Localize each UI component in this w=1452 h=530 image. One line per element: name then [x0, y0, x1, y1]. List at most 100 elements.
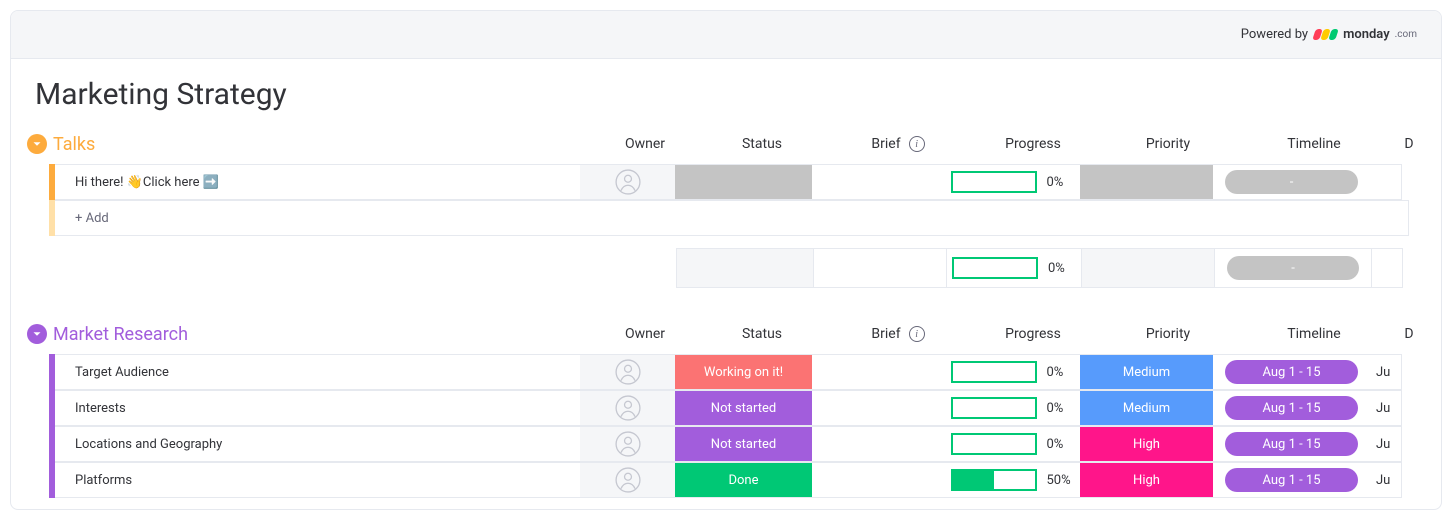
column-header-priority[interactable]: Priority	[1101, 320, 1235, 348]
column-header-extra[interactable]: D	[1393, 320, 1425, 348]
progress-percent: 50%	[1047, 473, 1075, 488]
column-header-status[interactable]: Status	[693, 130, 831, 158]
status-cell[interactable]	[675, 164, 813, 200]
item-name-cell[interactable]: Interests	[55, 390, 581, 426]
monday-logo-icon	[1314, 29, 1337, 40]
progress-cell[interactable]: 0%	[945, 390, 1081, 426]
priority-cell[interactable]: High	[1080, 426, 1214, 462]
priority-cell[interactable]	[1080, 164, 1214, 200]
summary-progress-label: 0%	[1048, 261, 1076, 276]
column-header-owner[interactable]: Owner	[597, 130, 693, 158]
group-title[interactable]: Market Research	[53, 324, 188, 345]
progress-percent: 0%	[1047, 175, 1075, 190]
extra-cell[interactable]: Ju	[1370, 462, 1402, 498]
extra-cell[interactable]	[1370, 164, 1402, 200]
status-label: Not started	[675, 391, 812, 425]
priority-label: Medium	[1080, 391, 1213, 425]
status-cell[interactable]: Working on it!	[675, 354, 813, 390]
summary-timeline: -	[1214, 248, 1372, 288]
status-cell[interactable]: Not started	[675, 390, 813, 426]
column-header-timeline[interactable]: Timeline	[1235, 320, 1393, 348]
group-header: Market Research Owner Status Brief i Pro…	[27, 320, 1425, 348]
progress-cell[interactable]: 50%	[945, 462, 1081, 498]
table-row[interactable]: Platforms Done 50% High Aug 1 - 15 Ju	[27, 462, 1425, 498]
brief-cell[interactable]	[812, 390, 946, 426]
item-name-cell[interactable]: Target Audience	[55, 354, 581, 390]
powered-by-label: Powered by monday.com	[1241, 27, 1417, 42]
table-row[interactable]: Interests Not started 0% Medium Aug 1 - …	[27, 390, 1425, 426]
group-rows: Target Audience Working on it! 0% Medium…	[27, 354, 1425, 498]
group-header: Talks Owner Status Brief i Progress Prio…	[27, 130, 1425, 158]
summary-status	[676, 248, 814, 288]
person-icon	[615, 395, 641, 421]
person-icon	[615, 169, 641, 195]
status-label: Working on it!	[675, 355, 812, 389]
progress-cell[interactable]: 0%	[945, 354, 1081, 390]
priority-cell[interactable]: High	[1080, 462, 1214, 498]
priority-cell[interactable]: Medium	[1080, 390, 1214, 426]
progress-percent: 0%	[1047, 365, 1075, 380]
column-header-timeline[interactable]: Timeline	[1235, 130, 1393, 158]
timeline-cell[interactable]: Aug 1 - 15	[1213, 390, 1371, 426]
table-row[interactable]: Locations and Geography Not started 0% H…	[27, 426, 1425, 462]
group-collapse-toggle[interactable]	[27, 324, 47, 344]
priority-label: Medium	[1080, 355, 1213, 389]
column-header-priority[interactable]: Priority	[1101, 130, 1235, 158]
person-icon	[615, 359, 641, 385]
group-title[interactable]: Talks	[53, 134, 95, 155]
status-cell[interactable]: Not started	[675, 426, 813, 462]
group-collapse-toggle[interactable]	[27, 134, 47, 154]
table-row[interactable]: Target Audience Working on it! 0% Medium…	[27, 354, 1425, 390]
owner-cell[interactable]	[580, 462, 676, 498]
column-header-status[interactable]: Status	[693, 320, 831, 348]
brief-cell[interactable]	[812, 354, 946, 390]
item-name-cell[interactable]: Platforms	[55, 462, 581, 498]
progress-bar	[951, 171, 1037, 193]
owner-cell[interactable]	[580, 164, 676, 200]
brief-cell[interactable]	[812, 164, 946, 200]
owner-cell[interactable]	[580, 354, 676, 390]
item-name-cell[interactable]: Locations and Geography	[55, 426, 581, 462]
timeline-pill: Aug 1 - 15	[1225, 468, 1358, 492]
brief-cell[interactable]	[812, 462, 946, 498]
timeline-pill: -	[1225, 170, 1358, 194]
column-header-progress[interactable]: Progress	[965, 320, 1101, 348]
add-item-row[interactable]: + Add	[27, 200, 1425, 236]
column-header-brief[interactable]: Brief i	[831, 320, 965, 348]
column-header-extra[interactable]: D	[1393, 130, 1425, 158]
status-label: Not started	[675, 427, 812, 461]
board-content: Marketing Strategy Talks Owner Status Br…	[11, 59, 1441, 509]
progress-cell[interactable]: 0%	[945, 426, 1081, 462]
progress-percent: 0%	[1047, 401, 1075, 416]
extra-cell[interactable]: Ju	[1370, 390, 1402, 426]
extra-cell[interactable]: Ju	[1370, 426, 1402, 462]
brief-cell[interactable]	[812, 426, 946, 462]
add-item-label[interactable]: + Add	[55, 200, 1409, 236]
column-header-brief-label: Brief	[871, 136, 900, 152]
monday-logo-link[interactable]: monday.com	[1314, 27, 1417, 42]
timeline-cell[interactable]: Aug 1 - 15	[1213, 426, 1371, 462]
item-name-cell[interactable]: Hi there! 👋Click here ➡️	[55, 164, 581, 200]
owner-cell[interactable]	[580, 390, 676, 426]
timeline-cell[interactable]: -	[1213, 164, 1371, 200]
priority-cell[interactable]: Medium	[1080, 354, 1214, 390]
info-icon[interactable]: i	[909, 136, 925, 152]
priority-label: High	[1080, 427, 1213, 461]
table-row[interactable]: Hi there! 👋Click here ➡️ 0% -	[27, 164, 1425, 200]
status-cell[interactable]: Done	[675, 462, 813, 498]
chevron-down-icon	[30, 137, 44, 151]
person-icon	[615, 467, 641, 493]
board-frame: Powered by monday.com Marketing Strategy…	[10, 10, 1442, 510]
info-icon[interactable]: i	[909, 326, 925, 342]
timeline-cell[interactable]: Aug 1 - 15	[1213, 462, 1371, 498]
progress-cell[interactable]: 0%	[945, 164, 1081, 200]
powered-by-text: Powered by	[1241, 27, 1308, 42]
timeline-cell[interactable]: Aug 1 - 15	[1213, 354, 1371, 390]
extra-cell[interactable]: Ju	[1370, 354, 1402, 390]
column-header-brief[interactable]: Brief i	[831, 130, 965, 158]
group-summary-row: 0% -	[27, 248, 1425, 288]
column-header-owner[interactable]: Owner	[597, 320, 693, 348]
column-header-progress[interactable]: Progress	[965, 130, 1101, 158]
status-label: Done	[675, 463, 812, 497]
owner-cell[interactable]	[580, 426, 676, 462]
